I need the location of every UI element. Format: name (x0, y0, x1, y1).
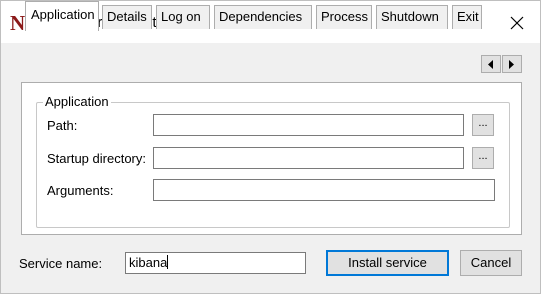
tab-scroll-right-button[interactable] (502, 55, 522, 73)
tab-details[interactable]: Details (102, 5, 152, 29)
service-name-value: kibana (129, 255, 168, 270)
path-label: Path: (47, 118, 78, 133)
close-button[interactable] (497, 9, 537, 37)
tab-label: Exit (457, 9, 479, 24)
tab-label: Process (321, 9, 368, 24)
startup-directory-browse-button[interactable]: ... (472, 147, 494, 169)
arguments-label: Arguments: (47, 183, 114, 198)
tab-shutdown[interactable]: Shutdown (376, 5, 448, 29)
service-name-input[interactable]: kibana (125, 252, 306, 274)
tab-label: Shutdown (381, 9, 439, 24)
tab-label: Details (107, 9, 147, 24)
path-browse-button[interactable]: ... (472, 114, 494, 136)
startup-directory-input[interactable] (153, 147, 464, 169)
tab-exit[interactable]: Exit (452, 5, 482, 29)
arguments-input[interactable] (153, 179, 495, 201)
arrow-left-icon (488, 60, 493, 69)
install-service-button[interactable]: Install service (326, 250, 449, 276)
tab-dependencies[interactable]: Dependencies (214, 5, 312, 29)
cancel-button[interactable]: Cancel (460, 250, 522, 276)
close-icon (510, 16, 524, 30)
arrow-right-icon (509, 60, 514, 69)
tab-label: Application (31, 7, 95, 22)
text-caret (167, 255, 169, 269)
tab-application[interactable]: Application (25, 1, 99, 31)
startup-directory-label: Startup directory: (47, 151, 146, 166)
dialog-window: N NSSM service installer Application Det… (0, 0, 541, 294)
tab-process[interactable]: Process (316, 5, 372, 29)
tab-scroll-control (481, 55, 523, 73)
group-title: Application (43, 94, 111, 110)
tab-label: Dependencies (219, 9, 303, 24)
tab-log-on[interactable]: Log on (156, 5, 210, 29)
tab-scroll-left-button[interactable] (481, 55, 501, 73)
path-input[interactable] (153, 114, 464, 136)
tab-label: Log on (161, 9, 201, 24)
service-name-label: Service name: (19, 256, 103, 271)
